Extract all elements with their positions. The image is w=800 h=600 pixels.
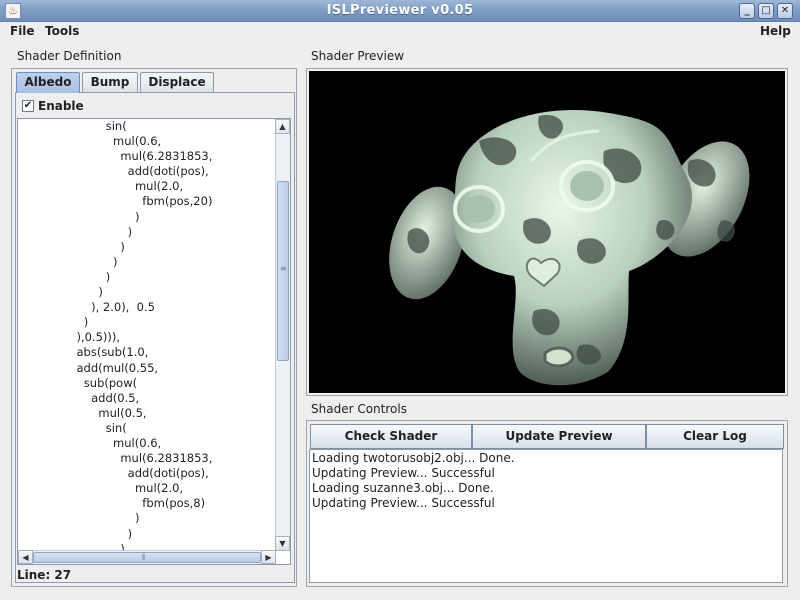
- shader-definition-title: Shader Definition: [17, 49, 122, 63]
- code-line: add(doti(pos),: [18, 466, 209, 481]
- shader-preview-canvas[interactable]: [309, 71, 785, 393]
- code-line: ): [18, 285, 103, 300]
- horizontal-scrollbar[interactable]: ◀ ⦀ ▶: [18, 550, 276, 564]
- clear-log-button[interactable]: Clear Log: [646, 424, 784, 449]
- code-line: fbm(pos,20): [18, 194, 213, 209]
- code-line: ),0.5))),: [18, 330, 121, 345]
- line-number-status: Line: 27: [17, 568, 72, 582]
- log-line: Updating Preview... Successful: [312, 466, 495, 480]
- code-line: sin(: [18, 119, 127, 133]
- menu-file[interactable]: File: [10, 24, 35, 38]
- code-line: ): [18, 315, 89, 330]
- monkey-head-render: [389, 109, 750, 386]
- shader-code-text[interactable]: sin( mul(0.6, mul(6.2831853, add(doti(po…: [18, 119, 276, 551]
- code-line: mul(2.0,: [18, 481, 184, 496]
- window-title: ISLPreviewer v0.05: [326, 3, 474, 18]
- code-line: ): [18, 269, 111, 284]
- scroll-down-icon[interactable]: ▼: [275, 536, 290, 551]
- code-line: mul(6.2831853,: [18, 149, 213, 164]
- menu-help[interactable]: Help: [760, 24, 791, 38]
- maximize-icon[interactable]: □: [758, 3, 774, 19]
- check-shader-button[interactable]: Check Shader: [310, 424, 472, 449]
- vertical-scroll-thumb[interactable]: ≡: [277, 181, 289, 361]
- scroll-left-icon[interactable]: ◀: [18, 550, 33, 564]
- vertical-scrollbar[interactable]: ▲ ≡ ▼: [275, 119, 290, 551]
- code-line: add(0.5,: [18, 390, 140, 405]
- log-line: Loading twotorusobj2.obj... Done.: [312, 451, 515, 465]
- update-preview-button[interactable]: Update Preview: [472, 424, 646, 449]
- close-icon[interactable]: ✕: [777, 3, 793, 19]
- code-line: fbm(pos,8): [18, 496, 206, 511]
- tab-displace[interactable]: Displace: [140, 72, 214, 92]
- enable-label: Enable: [38, 99, 84, 113]
- code-line: mul(0.5,: [18, 405, 147, 420]
- horizontal-scroll-thumb[interactable]: ⦀: [33, 552, 261, 563]
- log-line: Updating Preview... Successful: [312, 496, 495, 510]
- tab-bump[interactable]: Bump: [82, 72, 138, 92]
- code-line: ): [18, 526, 133, 541]
- grip-icon: ⦀: [142, 553, 146, 562]
- scroll-right-icon[interactable]: ▶: [261, 550, 276, 564]
- log-line: Loading suzanne3.obj... Done.: [312, 481, 494, 495]
- minimize-icon[interactable]: _: [739, 3, 755, 19]
- code-line: abs(sub(1.0,: [18, 345, 149, 360]
- menu-tools[interactable]: Tools: [45, 24, 79, 38]
- shader-preview-title: Shader Preview: [311, 49, 405, 63]
- code-line: ): [18, 239, 125, 254]
- code-line: sub(pow(: [18, 375, 138, 390]
- code-line: add(doti(pos),: [18, 164, 209, 179]
- code-line: ), 2.0), 0.5: [18, 300, 155, 315]
- code-line: ): [18, 254, 118, 269]
- title-bar: ♨ ISLPreviewer v0.05 _ □ ✕: [0, 0, 800, 22]
- shader-code-editor[interactable]: sin( mul(0.6, mul(6.2831853, add(doti(po…: [17, 118, 291, 565]
- code-line: mul(0.6,: [18, 435, 162, 450]
- log-output[interactable]: Loading twotorusobj2.obj... Done. Updati…: [309, 449, 783, 583]
- tab-albedo[interactable]: Albedo: [16, 72, 80, 93]
- code-line: mul(2.0,: [18, 179, 184, 194]
- menubar: File Tools Help: [0, 22, 800, 42]
- code-line: sin(: [18, 420, 127, 435]
- scroll-up-icon[interactable]: ▲: [275, 119, 290, 134]
- code-line: ): [18, 224, 133, 239]
- code-line: ): [18, 209, 140, 224]
- code-line: add(mul(0.55,: [18, 360, 159, 375]
- enable-checkbox[interactable]: ✔: [22, 100, 34, 112]
- code-line: ): [18, 511, 140, 526]
- shader-controls-title: Shader Controls: [311, 402, 407, 416]
- code-line: mul(0.6,: [18, 134, 162, 149]
- code-line: mul(6.2831853,: [18, 451, 213, 466]
- grip-icon: ≡: [280, 264, 287, 273]
